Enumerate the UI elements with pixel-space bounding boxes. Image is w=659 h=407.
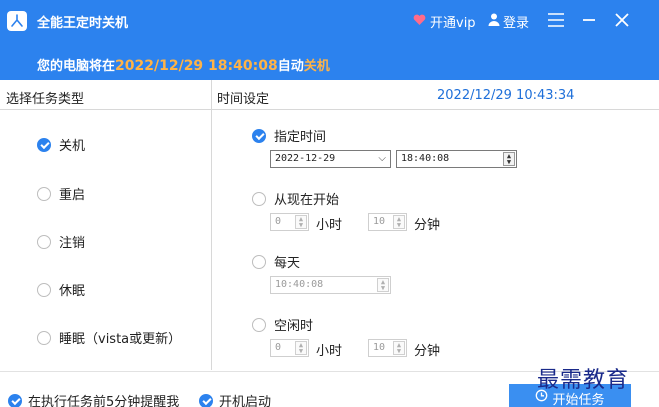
daily-time-value: 10:40:08 <box>275 279 324 290</box>
task-logoff-radio[interactable]: 注销 <box>37 232 85 251</box>
minimize-icon[interactable] <box>578 9 600 31</box>
login-button[interactable]: 登录 <box>488 12 529 31</box>
spinner-arrows-icon: ▲ ▼ <box>295 341 307 355</box>
radio-checked-icon <box>252 128 266 143</box>
watermark: 最需教育 <box>537 368 630 393</box>
remind-checkbox[interactable]: 在执行任务前5分钟提醒我 <box>8 391 179 407</box>
idle-hours-spinner[interactable]: 0 ▲ ▼ <box>270 339 309 357</box>
from-now-minutes-spinner[interactable]: 10 ▲ ▼ <box>368 213 407 231</box>
spinner-arrows-icon: ▲ ▼ <box>393 215 405 229</box>
title-bar: 全能王定时关机 开通vip 登录 您的电脑将在2022/12/29 18:40:… <box>0 0 659 80</box>
idle-radio[interactable]: 空闲时 <box>252 315 313 334</box>
minutes-unit: 分钟 <box>414 344 441 359</box>
task-label: 重启 <box>59 188 86 203</box>
task-label: 睡眠（vista或更新） <box>59 332 182 347</box>
minutes-unit: 分钟 <box>414 218 441 233</box>
app-logo-icon <box>7 11 27 31</box>
radio-unchecked-icon <box>37 330 51 345</box>
vip-label: 开通vip <box>430 16 476 31</box>
current-time: 2022/12/29 10:43:34 <box>437 88 575 103</box>
option-label: 从现在开始 <box>274 193 340 208</box>
spinner-arrows-icon[interactable]: ▲ ▼ <box>503 152 515 166</box>
radio-unchecked-icon <box>37 234 51 249</box>
date-dropdown[interactable]: 2022-12-29 ⌵ <box>270 150 391 168</box>
radio-unchecked-icon <box>252 254 266 269</box>
spinner-arrows-icon: ▲ ▼ <box>393 341 405 355</box>
hours-unit: 小时 <box>316 218 343 233</box>
heart-icon <box>413 14 426 30</box>
app-title: 全能王定时关机 <box>37 16 129 31</box>
from-now-hours-spinner[interactable]: 0 ▲ ▼ <box>270 213 309 231</box>
time-setting-heading: 时间设定 <box>217 92 270 107</box>
status-middle: 自动 <box>277 59 304 74</box>
date-value: 2022-12-29 <box>275 153 336 164</box>
hours-value: 0 <box>275 342 282 353</box>
hours-value: 0 <box>275 216 282 227</box>
task-restart-radio[interactable]: 重启 <box>37 184 85 203</box>
radio-unchecked-icon <box>37 186 51 201</box>
daily-radio[interactable]: 每天 <box>252 252 300 271</box>
daily-time-spinner[interactable]: 10:40:08 ▲ ▼ <box>270 276 391 294</box>
hours-unit: 小时 <box>316 344 343 359</box>
radio-checked-icon <box>37 137 51 152</box>
close-icon[interactable] <box>611 9 633 31</box>
task-type-heading: 选择任务类型 <box>6 92 85 107</box>
radio-unchecked-icon <box>252 191 266 206</box>
time-value: 18:40:08 <box>401 153 450 164</box>
spinner-arrows-icon: ▲ ▼ <box>377 278 389 292</box>
shutdown-status: 您的电脑将在2022/12/29 18:40:08自动关机 <box>37 55 330 74</box>
autostart-checkbox[interactable]: 开机启动 <box>199 391 271 407</box>
column-divider <box>211 80 212 370</box>
status-prefix: 您的电脑将在 <box>37 59 116 74</box>
menu-icon[interactable] <box>545 9 567 31</box>
option-label: 每天 <box>274 256 301 271</box>
column-header: 选择任务类型 时间设定 2022/12/29 10:43:34 <box>0 80 659 110</box>
user-icon <box>488 13 500 30</box>
specified-time-radio[interactable]: 指定时间 <box>252 126 326 145</box>
idle-minutes-spinner[interactable]: 10 ▲ ▼ <box>368 339 407 357</box>
task-label: 关机 <box>59 139 86 154</box>
task-label: 休眠 <box>59 284 86 299</box>
spinner-arrows-icon: ▲ ▼ <box>295 215 307 229</box>
task-sleep-radio[interactable]: 睡眠（vista或更新） <box>37 328 181 347</box>
chevron-down-icon: ⌵ <box>378 153 386 164</box>
task-hibernate-radio[interactable]: 休眠 <box>37 280 85 299</box>
radio-unchecked-icon <box>252 317 266 332</box>
status-action: 关机 <box>303 59 330 74</box>
option-label: 指定时间 <box>274 130 327 145</box>
time-spinner[interactable]: 18:40:08 ▲ ▼ <box>396 150 517 168</box>
task-label: 注销 <box>59 236 86 251</box>
minutes-value: 10 <box>373 216 386 227</box>
status-time: 2022/12/29 18:40:08 <box>115 58 278 74</box>
autostart-label: 开机启动 <box>219 395 272 407</box>
remind-label: 在执行任务前5分钟提醒我 <box>28 395 180 407</box>
from-now-radio[interactable]: 从现在开始 <box>252 189 339 208</box>
radio-unchecked-icon <box>37 282 51 297</box>
checkbox-checked-icon <box>199 393 213 407</box>
app-window: 全能王定时关机 开通vip 登录 您的电脑将在2022/12/29 18:40:… <box>0 0 659 407</box>
task-shutdown-radio[interactable]: 关机 <box>37 135 85 154</box>
vip-button[interactable]: 开通vip <box>413 12 476 31</box>
option-label: 空闲时 <box>274 319 314 334</box>
checkbox-checked-icon <box>8 393 22 407</box>
login-label: 登录 <box>503 16 530 31</box>
minutes-value: 10 <box>373 342 386 353</box>
